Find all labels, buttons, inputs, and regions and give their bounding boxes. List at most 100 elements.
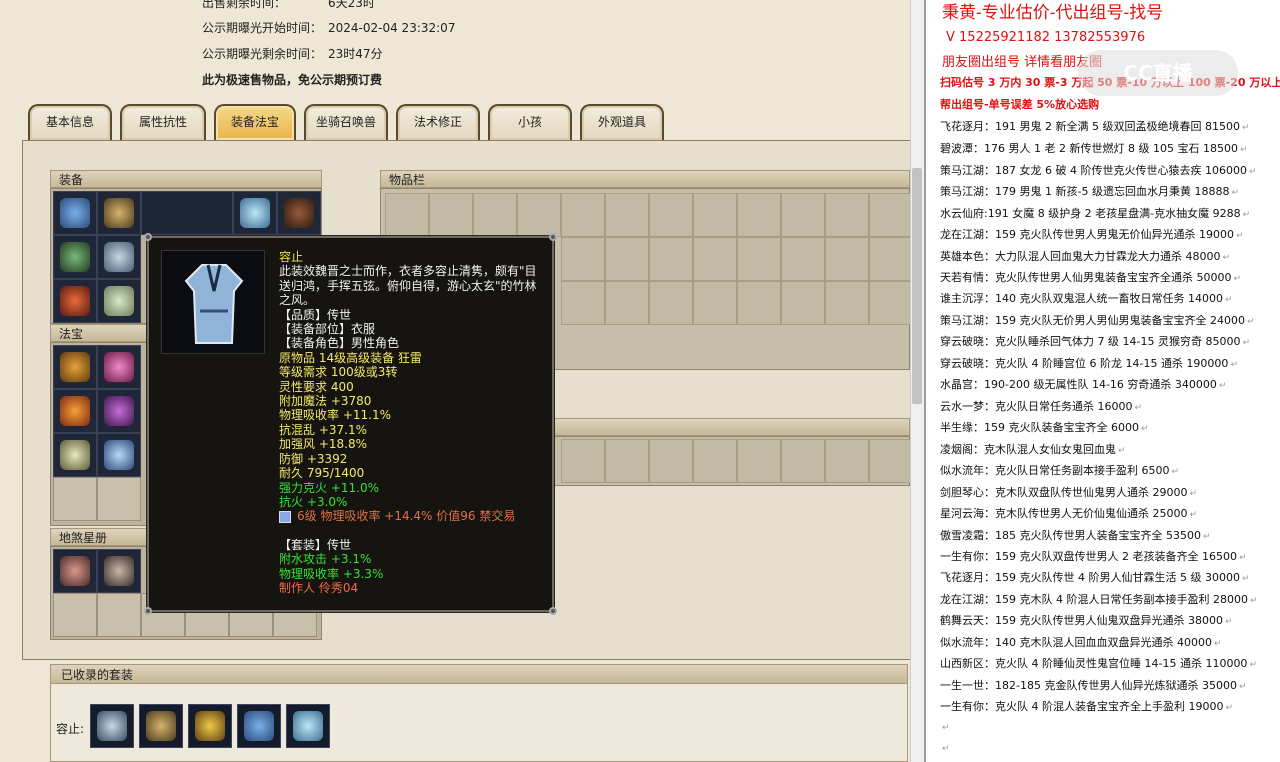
- treasure-slot-empty-2[interactable]: [97, 477, 141, 521]
- treasure-slot-6[interactable]: [97, 433, 141, 477]
- treasure-slot-2[interactable]: [97, 345, 141, 389]
- gem-icon: [279, 510, 291, 523]
- equip-slot-belt[interactable]: [53, 279, 97, 323]
- exposure-remaining-row: 公示期曝光剩余时间： 23时47分: [202, 45, 383, 62]
- suit-item-5[interactable]: [286, 704, 330, 748]
- inventory-cell[interactable]: [781, 439, 825, 483]
- inventory-cell[interactable]: [649, 281, 693, 325]
- paragraph-mark-icon: ↵: [1249, 660, 1257, 670]
- treasure-slot-empty-1[interactable]: [53, 477, 97, 521]
- inventory-cell[interactable]: [693, 281, 737, 325]
- tab-appearance[interactable]: 外观道具: [580, 104, 664, 140]
- listing-line: 飞花逐月：191 男鬼 2 新全满 5 级双回孟极绝境春回 81500 ↵: [940, 118, 1250, 134]
- listing-text: 似水流年：140 克木队混人回血血双盘异光通杀 40000: [940, 636, 1212, 649]
- inventory-cell[interactable]: [869, 281, 910, 325]
- star-slot-empty-1[interactable]: [53, 593, 97, 637]
- inventory-cell[interactable]: [825, 237, 869, 281]
- treasure-slot-1[interactable]: [53, 345, 97, 389]
- listing-line: 英雄本色：大力队混人回血鬼大力甘霖龙大力通杀 48000 ↵: [940, 248, 1230, 264]
- inventory-cell[interactable]: [825, 281, 869, 325]
- inventory-cell[interactable]: [825, 193, 869, 237]
- inventory-cell[interactable]: [869, 237, 910, 281]
- star-slot-1[interactable]: [53, 549, 97, 593]
- inventory-cell[interactable]: [605, 193, 649, 237]
- equip-slot-weapon[interactable]: [97, 191, 141, 235]
- tab-spell-correction[interactable]: 法术修正: [396, 104, 480, 140]
- suit-bracelet-icon: [195, 711, 225, 741]
- inventory-cell[interactable]: [605, 439, 649, 483]
- inventory-cell[interactable]: [385, 193, 429, 237]
- collected-sets-header: 已收录的套装: [50, 664, 908, 684]
- inventory-cell[interactable]: [605, 237, 649, 281]
- listing-line: 谁主沉浮：140 克火队双鬼混人统一畜牧日常任务 14000 ↵: [940, 290, 1233, 306]
- equip-slot-armor[interactable]: [97, 235, 141, 279]
- treasure-fire-icon: [60, 396, 90, 426]
- empty-line: ↵: [940, 720, 950, 733]
- inventory-cell[interactable]: [561, 237, 605, 281]
- inventory-cell[interactable]: [781, 193, 825, 237]
- inventory-cell[interactable]: [649, 237, 693, 281]
- suit-item-3[interactable]: [188, 704, 232, 748]
- treasure-slot-3[interactable]: [53, 389, 97, 433]
- listing-line: 一生有你：159 克火队双盘传世男人 2 老孩装备齐全 16500 ↵: [940, 548, 1247, 564]
- inventory-cell[interactable]: [649, 193, 693, 237]
- inventory-cell[interactable]: [517, 193, 561, 237]
- listing-line: 策马江湖：179 男鬼 1 新孩-5 级遗忘回血水月秉黄 18888 ↵: [940, 183, 1239, 199]
- listing-text: 飞花逐月：191 男鬼 2 新全满 5 级双回孟极绝境春回 81500: [940, 120, 1240, 133]
- inventory-cell[interactable]: [693, 237, 737, 281]
- notes-help: 帮出组号-单号误差 5%放心选购: [940, 98, 1100, 111]
- suit-item-1[interactable]: [90, 704, 134, 748]
- listing-text: 傲雪凌霜：185 克火队传世男人装备宝宝齐全 53500: [940, 529, 1201, 542]
- notes-title: 秉黄-专业估价-代出组号-找号: [942, 3, 1164, 23]
- item-armor-image: [161, 250, 265, 354]
- listing-text: 水晶宫：190-200 级无属性队 14-16 穷奇通杀 340000: [940, 378, 1217, 391]
- inventory-cell[interactable]: [561, 193, 605, 237]
- suit-item-2[interactable]: [139, 704, 183, 748]
- inventory-cell[interactable]: [781, 281, 825, 325]
- tab-equipment[interactable]: 装备法宝: [214, 104, 296, 140]
- item-attr-1: 附加魔法 +3780: [279, 394, 372, 409]
- paragraph-mark-icon: ↵: [1224, 617, 1233, 627]
- inventory-cell[interactable]: [561, 281, 605, 325]
- star-slot-empty-2[interactable]: [97, 593, 141, 637]
- inventory-cell[interactable]: [737, 193, 781, 237]
- tab-attributes[interactable]: 属性抗性: [120, 104, 206, 140]
- equip-slot-sword[interactable]: [53, 235, 97, 279]
- paragraph-mark-icon: ↵: [1249, 596, 1258, 606]
- inventory-cell[interactable]: [869, 439, 910, 483]
- inventory-cell[interactable]: [605, 281, 649, 325]
- inventory-cell[interactable]: [737, 439, 781, 483]
- star-slot-2[interactable]: [97, 549, 141, 593]
- inventory-cell[interactable]: [869, 193, 910, 237]
- inventory-cell[interactable]: [429, 193, 473, 237]
- inventory-cell[interactable]: [561, 439, 605, 483]
- sale-remaining-label: 出售剩余时间：: [202, 0, 287, 10]
- inventory-panel-header: 物品栏: [380, 170, 910, 188]
- equip-slot-mask[interactable]: [233, 191, 277, 235]
- tab-mounts-summons[interactable]: 坐骑召唤兽: [304, 104, 388, 140]
- listing-line: 策马江湖：159 克火队无价男人男仙男鬼装备宝宝齐全 24000 ↵: [940, 312, 1255, 328]
- inventory-cell[interactable]: [473, 193, 517, 237]
- paragraph-mark-icon: ↵: [1171, 467, 1180, 477]
- tab-children[interactable]: 小孩: [488, 104, 572, 140]
- listing-line: 策马江湖：187 女龙 6 破 4 阶传世克火传世心猿去疾 106000 ↵: [940, 162, 1257, 178]
- helmet-icon: [60, 198, 90, 228]
- inventory-cell[interactable]: [649, 439, 693, 483]
- listing-line: 星河云海：克木队传世男人无价仙鬼仙通杀 25000 ↵: [940, 505, 1197, 521]
- equip-slot-accessory[interactable]: [277, 191, 321, 235]
- listing-text: 碧波潭：176 男人 1 老 2 新传世燃灯 8 级 105 宝石 18500: [940, 142, 1238, 155]
- tooltip-corner: [144, 233, 152, 241]
- treasure-slot-5[interactable]: [53, 433, 97, 477]
- inventory-cell[interactable]: [693, 439, 737, 483]
- suit-item-4[interactable]: [237, 704, 281, 748]
- inventory-cell[interactable]: [737, 237, 781, 281]
- equip-slot-boots[interactable]: [97, 279, 141, 323]
- equip-slot-helmet[interactable]: [53, 191, 97, 235]
- tab-basic-info[interactable]: 基本信息: [28, 104, 112, 140]
- inventory-cell[interactable]: [693, 193, 737, 237]
- inventory-cell[interactable]: [781, 237, 825, 281]
- inventory-cell[interactable]: [825, 439, 869, 483]
- treasure-slot-4[interactable]: [97, 389, 141, 433]
- inventory-cell[interactable]: [737, 281, 781, 325]
- page-scrollbar-thumb[interactable]: [912, 168, 922, 404]
